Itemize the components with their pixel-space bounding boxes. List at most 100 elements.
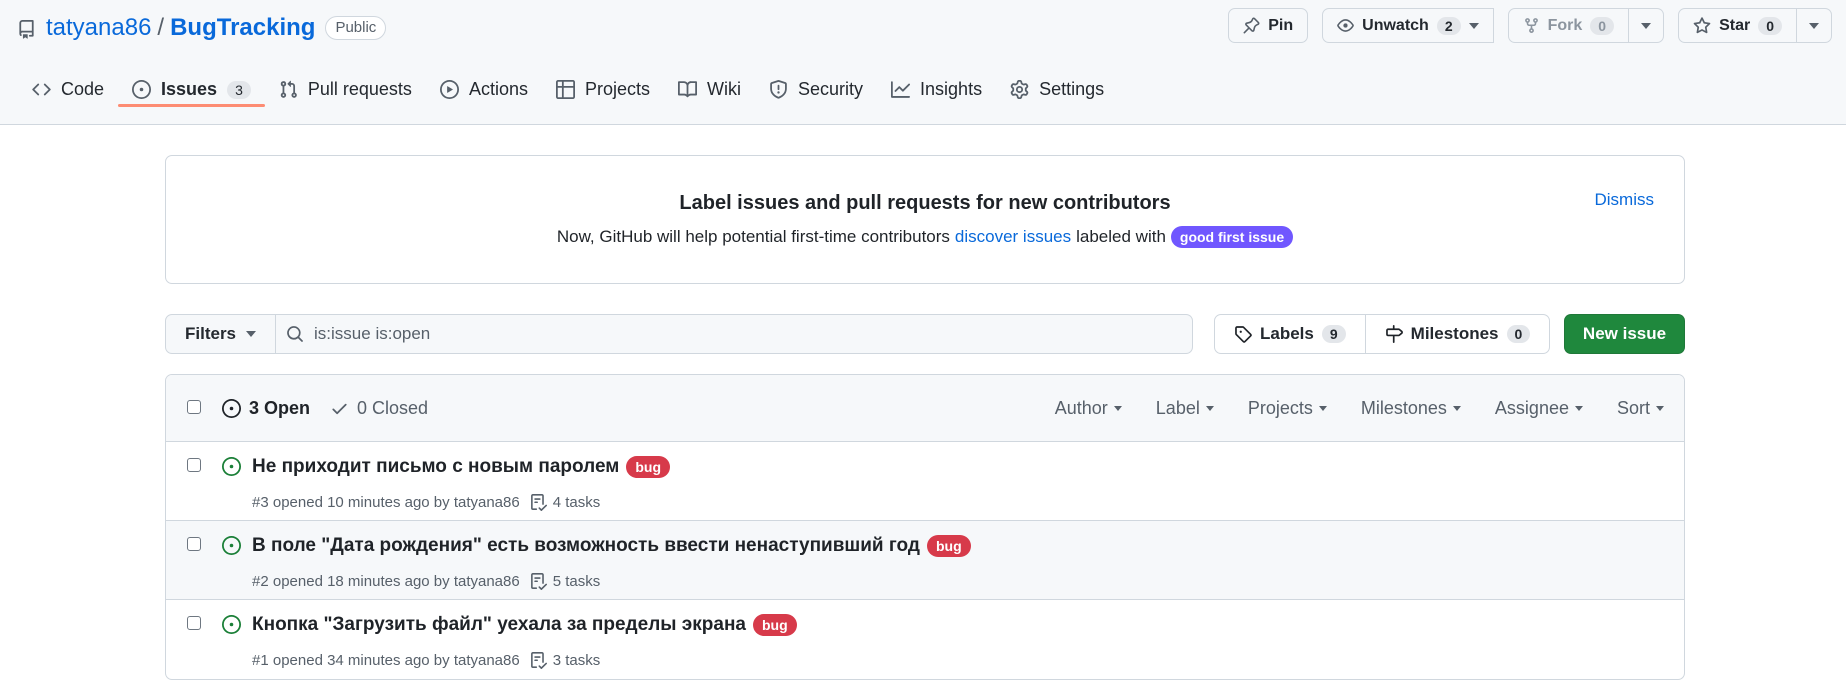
repo-tabs: Code Issues 3 Pull requests Actions Proj… <box>18 72 1118 125</box>
sort-dropdown[interactable]: Sort <box>1617 398 1664 419</box>
tab-issues[interactable]: Issues 3 <box>118 63 265 116</box>
tab-label: Settings <box>1039 79 1105 99</box>
tag-icon <box>1234 325 1252 343</box>
labels-counter: 9 <box>1321 325 1346 343</box>
issue-checkbox[interactable] <box>187 616 201 630</box>
issue-checkbox[interactable] <box>187 458 201 472</box>
repo-owner-link[interactable]: tatyana86 <box>46 14 151 42</box>
issue-opened-icon <box>222 536 241 555</box>
checklist-icon <box>530 573 547 590</box>
repo-name-link[interactable]: BugTracking <box>170 14 315 42</box>
tasks-count: 5 tasks <box>552 573 601 590</box>
issue-title: В поле "Дата рождения" есть возможность … <box>252 535 971 557</box>
shield-icon <box>769 80 788 99</box>
issue-opened-icon <box>222 457 241 476</box>
filters-button[interactable]: Filters <box>165 314 277 354</box>
pin-icon <box>1243 17 1260 34</box>
tab-wiki[interactable]: Wiki <box>664 63 755 116</box>
open-issues-filter[interactable]: 3 Open <box>222 398 310 419</box>
issue-meta: #2 opened 18 minutes ago by tatyana86 5 … <box>252 573 600 590</box>
milestones-button[interactable]: Milestones 0 <box>1365 314 1551 354</box>
graph-icon <box>891 80 911 99</box>
chevron-down-icon <box>246 331 257 337</box>
search-box <box>276 314 1193 354</box>
issue-meta-text: #3 opened 10 minutes ago by tatyana86 <box>252 494 520 511</box>
dismiss-link[interactable]: Dismiss <box>1595 190 1655 210</box>
book-icon <box>678 80 697 99</box>
repo-header: tatyana86 / BugTracking Public Pin Unwat… <box>0 0 1846 125</box>
bug-label[interactable]: bug <box>752 614 797 636</box>
unwatch-button[interactable]: Unwatch 2 <box>1322 8 1494 43</box>
new-issue-button[interactable]: New issue <box>1564 314 1685 354</box>
banner-text: Now, GitHub will help potential first-ti… <box>166 226 1684 248</box>
discover-issues-link[interactable]: discover issues <box>955 227 1071 247</box>
star-dropdown-button[interactable] <box>1797 8 1832 43</box>
issue-meta: #3 opened 10 minutes ago by tatyana86 4 … <box>252 494 600 511</box>
issue-meta: #1 opened 34 minutes ago by tatyana86 3 … <box>252 652 600 669</box>
search-input[interactable] <box>314 324 1182 344</box>
bug-label[interactable]: bug <box>626 456 670 478</box>
list-sorters: Author Label Projects Milestones Assigne… <box>1055 398 1664 419</box>
assignee-dropdown[interactable]: Assignee <box>1495 398 1583 419</box>
tab-settings[interactable]: Settings <box>996 63 1118 116</box>
issue-title-link[interactable]: Кнопка "Загрузить файл" уехала за предел… <box>252 614 746 636</box>
issue-meta-text: #1 opened 34 minutes ago by tatyana86 <box>252 652 520 669</box>
pin-button[interactable]: Pin <box>1228 8 1309 43</box>
milestones-dropdown[interactable]: Milestones <box>1361 398 1461 419</box>
stars-counter: 0 <box>1758 16 1782 35</box>
sorter-label: Sort <box>1616 397 1650 418</box>
issue-title-link[interactable]: В поле "Дата рождения" есть возможность … <box>252 535 920 557</box>
code-icon <box>32 80 51 99</box>
tab-insights[interactable]: Insights <box>877 63 996 116</box>
label-dropdown[interactable]: Label <box>1156 398 1214 419</box>
tasks-count: 3 tasks <box>552 652 601 669</box>
labels-label: Labels <box>1260 324 1314 343</box>
checklist-icon <box>530 652 547 669</box>
watchers-counter: 2 <box>1436 16 1461 35</box>
chevron-down-icon <box>1113 405 1122 411</box>
select-all-checkbox[interactable] <box>187 400 201 414</box>
sorter-label: Projects <box>1247 397 1313 418</box>
repo-forked-icon <box>1523 17 1540 34</box>
tab-security[interactable]: Security <box>755 63 877 116</box>
closed-issues-filter[interactable]: 0 Closed <box>330 398 428 419</box>
tab-label: Issues <box>161 79 218 99</box>
checklist-icon <box>530 494 547 511</box>
chevron-down-icon <box>1468 22 1479 29</box>
fork-dropdown-button[interactable] <box>1629 8 1665 43</box>
repo-actions: Pin Unwatch 2 Fork 0 Star 0 <box>1228 8 1832 43</box>
forks-counter: 0 <box>1590 16 1615 35</box>
sorter-label: Author <box>1054 397 1108 418</box>
git-pull-request-icon <box>279 80 298 99</box>
tab-label: Pull requests <box>307 79 412 99</box>
chevron-down-icon <box>1318 405 1327 411</box>
issue-title: Кнопка "Загрузить файл" уехала за предел… <box>252 614 797 636</box>
projects-dropdown[interactable]: Projects <box>1248 398 1327 419</box>
issue-checkbox[interactable] <box>187 537 201 551</box>
tab-code[interactable]: Code <box>18 63 118 116</box>
repo-separator: / <box>157 14 165 41</box>
chevron-down-icon <box>1641 22 1652 29</box>
issue-row: В поле "Дата рождения" есть возможность … <box>166 521 1684 600</box>
issue-title-link[interactable]: Не приходит письмо с новым паролем <box>252 456 619 478</box>
tasks-count: 4 tasks <box>552 494 601 511</box>
check-icon <box>330 399 349 418</box>
issue-row: Кнопка "Загрузить файл" уехала за предел… <box>166 600 1684 679</box>
tab-label: Insights <box>920 79 983 99</box>
tab-actions[interactable]: Actions <box>426 63 542 116</box>
closed-count-label: 0 Closed <box>357 397 429 418</box>
chevron-down-icon <box>1574 405 1583 411</box>
author-dropdown[interactable]: Author <box>1055 398 1122 419</box>
issues-list: 3 Open 0 Closed Author Label Projects Mi… <box>165 374 1685 680</box>
good-first-issue-label[interactable]: good first issue <box>1170 226 1294 248</box>
bug-label[interactable]: bug <box>926 535 971 557</box>
tab-projects[interactable]: Projects <box>542 63 664 116</box>
labels-button[interactable]: Labels 9 <box>1214 314 1366 354</box>
star-button[interactable]: Star 0 <box>1678 8 1797 43</box>
issues-counter: 3 <box>227 80 251 99</box>
filter-bar: Filters <box>165 314 1193 354</box>
watch-group: Unwatch 2 <box>1322 8 1494 43</box>
fork-button[interactable]: Fork 0 <box>1507 8 1630 43</box>
tab-pull-requests[interactable]: Pull requests <box>265 63 426 116</box>
task-progress: 3 tasks <box>530 652 601 669</box>
